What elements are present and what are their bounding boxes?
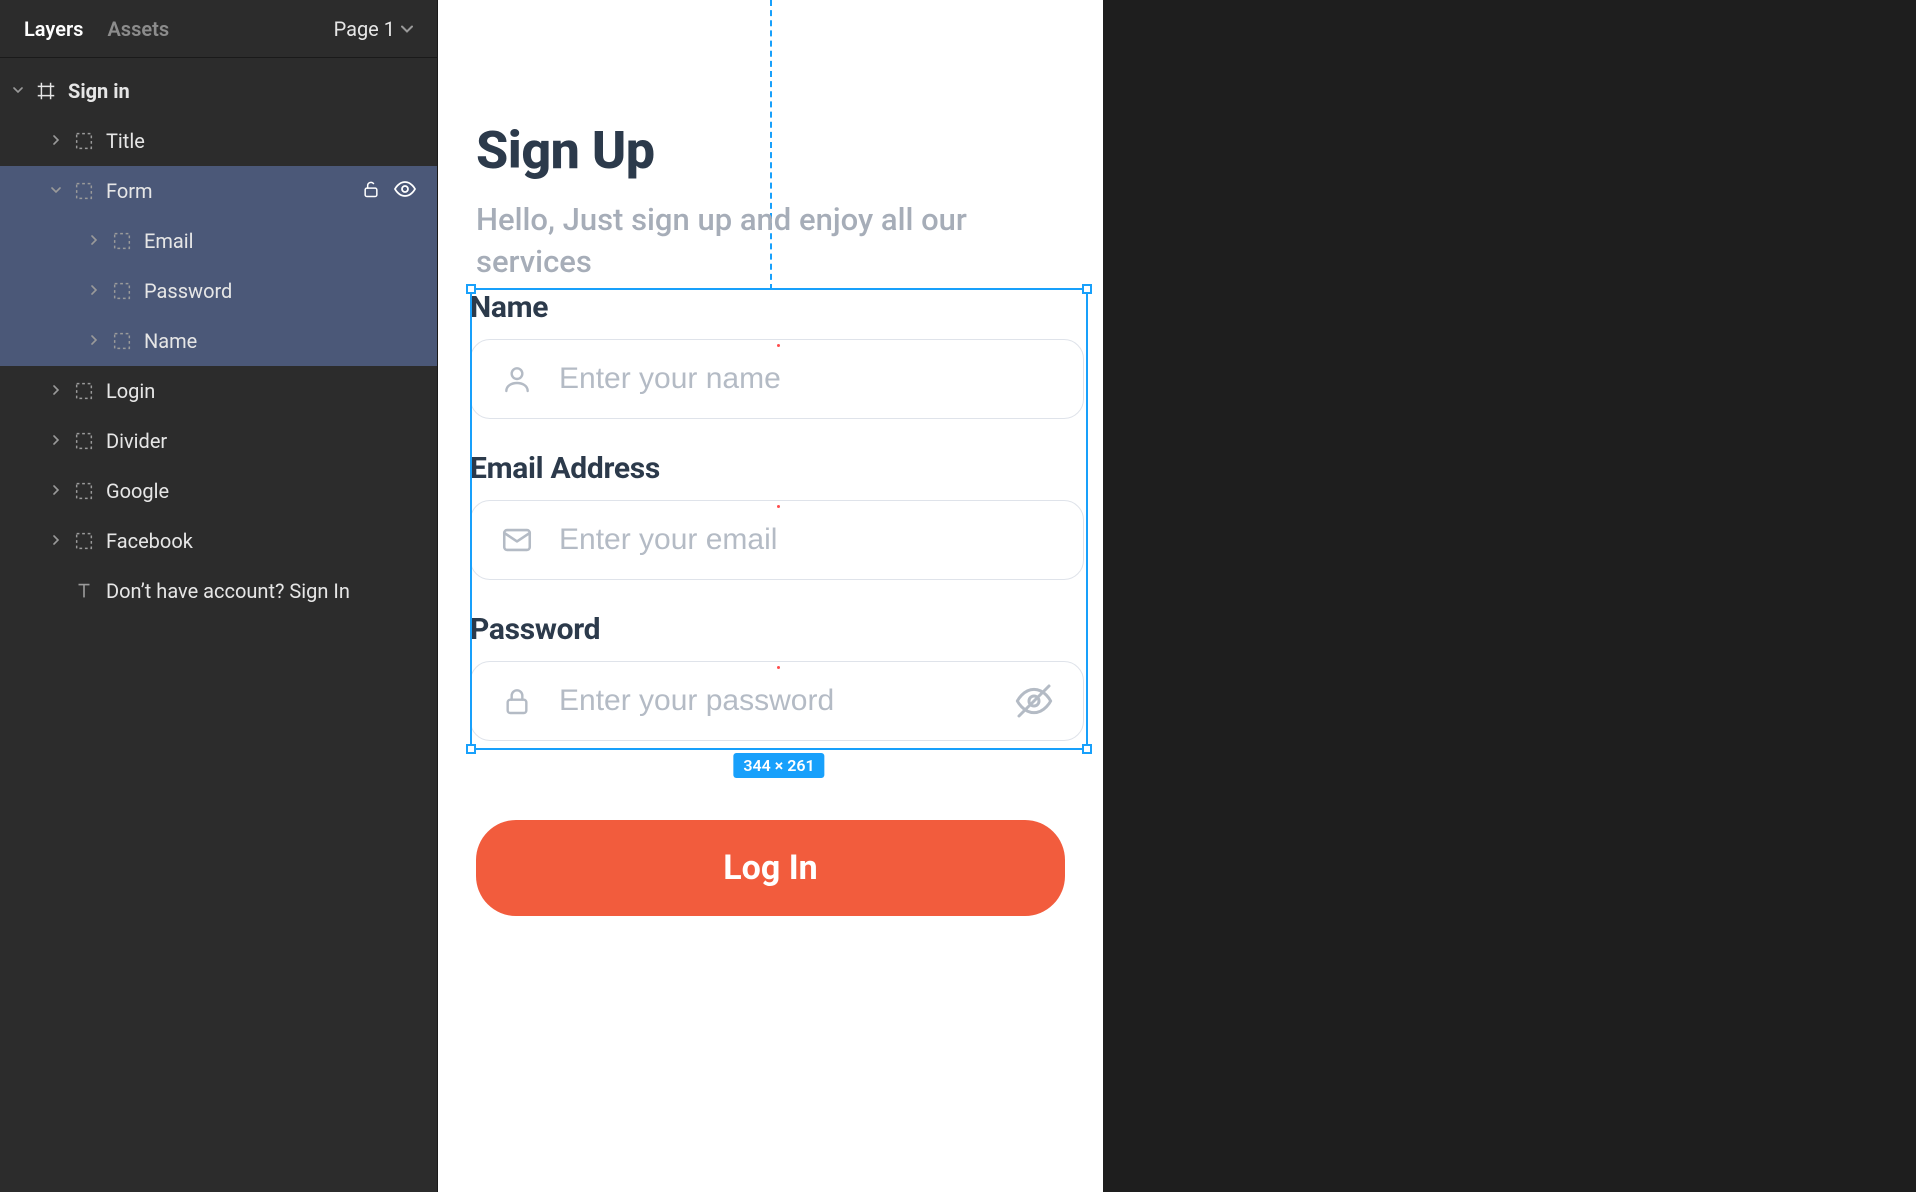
layer-row-actions <box>361 177 437 206</box>
layer-row-facebook[interactable]: Facebook <box>0 516 437 566</box>
tab-assets[interactable]: Assets <box>107 17 169 41</box>
disclosure-right-icon[interactable] <box>84 334 104 349</box>
selection-dimensions-badge: 344 × 261 <box>733 753 824 778</box>
layer-row-name[interactable]: Name <box>0 316 437 366</box>
layer-label: Password <box>144 279 437 303</box>
lock-icon <box>499 683 535 719</box>
field-password-label: Password <box>470 612 1084 647</box>
password-input-container[interactable] <box>470 661 1084 741</box>
disclosure-down-icon[interactable] <box>46 184 66 199</box>
layer-row-title[interactable]: Title <box>0 116 437 166</box>
selection-handle-se[interactable] <box>1082 744 1092 754</box>
chevron-down-icon <box>401 21 413 37</box>
layer-row-don-t-have-account-sign-in[interactable]: Don’t have account? Sign In <box>0 566 437 616</box>
page-selector[interactable]: Page 1 <box>334 17 413 41</box>
group-icon <box>108 327 136 355</box>
name-input[interactable] <box>559 362 1055 396</box>
group-icon <box>70 377 98 405</box>
layer-label: Login <box>106 379 437 403</box>
layer-label: Sign in <box>68 79 437 103</box>
artboard-sign-in[interactable]: Sign Up Hello, Just sign up and enjoy al… <box>438 0 1103 1192</box>
form-group: Name Email Address <box>470 290 1084 741</box>
center-marker-icon <box>777 666 780 669</box>
layer-row-email[interactable]: Email <box>0 216 437 266</box>
layer-row-form[interactable]: Form <box>0 166 437 216</box>
layer-label: Divider <box>106 429 437 453</box>
frame-icon <box>32 77 60 105</box>
text-icon <box>70 577 98 605</box>
field-name-label: Name <box>470 290 1084 325</box>
group-icon <box>70 527 98 555</box>
center-marker-icon <box>777 505 780 508</box>
disclosure-right-icon[interactable] <box>46 484 66 499</box>
email-input-container[interactable] <box>470 500 1084 580</box>
group-icon <box>70 127 98 155</box>
panel-tabs: Layers Assets <box>24 17 169 41</box>
disclosure-right-icon[interactable] <box>46 434 66 449</box>
layer-row-password[interactable]: Password <box>0 266 437 316</box>
field-email-label: Email Address <box>470 451 1084 486</box>
layer-label: Email <box>144 229 437 253</box>
page-selector-label: Page 1 <box>334 17 395 41</box>
layer-label: Facebook <box>106 529 437 553</box>
layer-label: Form <box>106 179 361 203</box>
disclosure-right-icon[interactable] <box>84 284 104 299</box>
layer-label: Name <box>144 329 437 353</box>
login-button[interactable]: Log In <box>476 820 1065 916</box>
canvas[interactable]: Sign Up Hello, Just sign up and enjoy al… <box>438 0 1916 1192</box>
field-password: Password <box>470 612 1084 741</box>
disclosure-right-icon[interactable] <box>84 234 104 249</box>
disclosure-right-icon[interactable] <box>46 534 66 549</box>
canvas-empty-area[interactable] <box>1103 0 1916 1192</box>
layer-label: Google <box>106 479 437 503</box>
layer-label: Don’t have account? Sign In <box>106 579 437 603</box>
user-icon <box>499 361 535 397</box>
layer-row-divider[interactable]: Divider <box>0 416 437 466</box>
layer-row-sign-in[interactable]: Sign in <box>0 66 437 116</box>
field-email: Email Address <box>470 451 1084 580</box>
center-marker-icon <box>777 344 780 347</box>
layer-tree: Sign in Title Form Email Password Name Login Di… <box>0 58 437 616</box>
field-name: Name <box>470 290 1084 419</box>
panel-header: Layers Assets Page 1 <box>0 0 437 58</box>
name-input-container[interactable] <box>470 339 1084 419</box>
page-title: Sign Up <box>476 120 1065 181</box>
group-icon <box>70 427 98 455</box>
email-input[interactable] <box>559 523 1055 557</box>
group-icon <box>108 227 136 255</box>
mail-icon <box>499 522 535 558</box>
disclosure-right-icon[interactable] <box>46 134 66 149</box>
password-input[interactable] <box>559 684 989 718</box>
eye-icon[interactable] <box>393 177 417 206</box>
layer-label: Title <box>106 129 437 153</box>
layers-panel: Layers Assets Page 1 Sign in Title Form Ema… <box>0 0 438 1192</box>
layer-row-google[interactable]: Google <box>0 466 437 516</box>
layer-row-login[interactable]: Login <box>0 366 437 416</box>
disclosure-right-icon[interactable] <box>46 384 66 399</box>
eye-off-icon[interactable] <box>1013 680 1055 722</box>
unlock-icon[interactable] <box>361 179 381 204</box>
selection-handle-sw[interactable] <box>466 744 476 754</box>
group-icon <box>70 477 98 505</box>
tab-layers[interactable]: Layers <box>24 17 83 41</box>
group-icon <box>108 277 136 305</box>
title-group: Sign Up Hello, Just sign up and enjoy al… <box>476 120 1065 283</box>
disclosure-down-icon[interactable] <box>8 84 28 99</box>
group-icon <box>70 177 98 205</box>
login-button-label: Log In <box>723 848 817 888</box>
page-subtitle: Hello, Just sign up and enjoy all our se… <box>476 199 1065 283</box>
